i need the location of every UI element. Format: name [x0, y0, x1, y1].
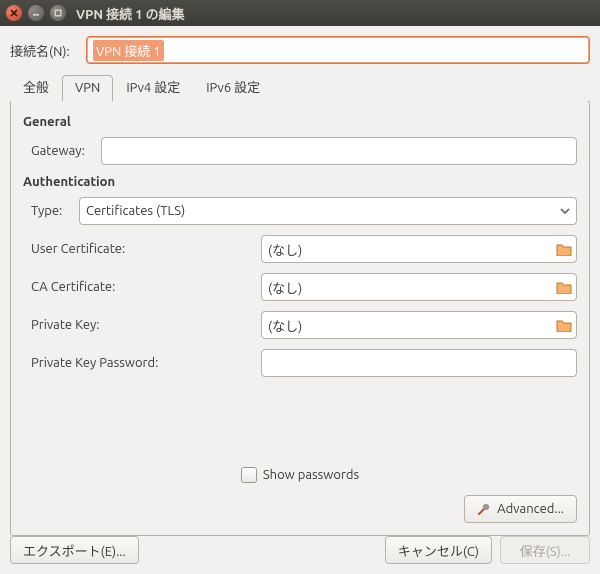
window-title: VPN 接続 1 の編集 — [76, 4, 185, 23]
maximize-icon[interactable] — [50, 5, 66, 21]
ca-cert-label: CA Certificate: — [31, 280, 261, 294]
auth-type-value: Certificates (TLS) — [86, 204, 185, 218]
gateway-label: Gateway: — [31, 144, 101, 158]
save-button[interactable]: 保存(S)... — [500, 536, 590, 564]
auth-type-label: Type: — [31, 204, 79, 218]
show-passwords-label: Show passwords — [263, 468, 359, 482]
folder-icon — [556, 242, 572, 256]
auth-type-combo[interactable]: Certificates (TLS) — [79, 197, 577, 225]
chevron-down-icon — [560, 208, 570, 214]
show-passwords-checkbox[interactable] — [241, 467, 257, 483]
cancel-label: キャンセル(C) — [398, 541, 479, 560]
folder-icon — [556, 280, 572, 294]
dialog-footer: エクスポート(E)... キャンセル(C) 保存(S)... — [0, 528, 600, 574]
titlebar: VPN 接続 1 の編集 — [0, 0, 600, 26]
section-general: General — [23, 115, 577, 129]
user-cert-value: (なし) — [268, 240, 302, 259]
priv-key-pw-label: Private Key Password: — [31, 356, 261, 370]
cancel-button[interactable]: キャンセル(C) — [385, 536, 492, 564]
tab-general[interactable]: 全般 — [10, 71, 62, 102]
save-label: 保存(S)... — [520, 541, 571, 560]
export-label: エクスポート(E)... — [23, 541, 126, 560]
ca-cert-value: (なし) — [268, 278, 302, 297]
advanced-button[interactable]: Advanced... — [464, 495, 577, 523]
close-icon[interactable] — [6, 5, 22, 21]
ca-cert-field[interactable]: (なし) — [261, 273, 577, 301]
tab-vpn[interactable]: VPN — [62, 75, 113, 102]
gateway-input[interactable] — [101, 137, 577, 165]
export-button[interactable]: エクスポート(E)... — [10, 536, 139, 564]
priv-key-label: Private Key: — [31, 318, 261, 332]
connection-name-input[interactable]: VPN 接続 1 — [86, 36, 590, 64]
tab-ipv4[interactable]: IPv4 設定 — [113, 71, 193, 102]
user-cert-label: User Certificate: — [31, 242, 261, 256]
folder-icon — [556, 318, 572, 332]
priv-key-field[interactable]: (なし) — [261, 311, 577, 339]
connection-name-label: 接続名(N): — [10, 41, 86, 60]
priv-key-value: (なし) — [268, 316, 302, 335]
advanced-label: Advanced... — [497, 502, 564, 516]
user-cert-field[interactable]: (なし) — [261, 235, 577, 263]
priv-key-pw-input[interactable] — [261, 349, 577, 377]
minimize-icon[interactable] — [28, 5, 44, 21]
section-auth: Authentication — [23, 175, 577, 189]
tabpanel-vpn: General Gateway: Authentication Type: Ce… — [10, 101, 590, 536]
tabs: 全般 VPN IPv4 設定 IPv6 設定 — [10, 74, 590, 102]
tab-ipv6[interactable]: IPv6 設定 — [193, 71, 273, 102]
wrench-icon — [477, 502, 491, 516]
connection-name-value: VPN 接続 1 — [93, 40, 164, 61]
